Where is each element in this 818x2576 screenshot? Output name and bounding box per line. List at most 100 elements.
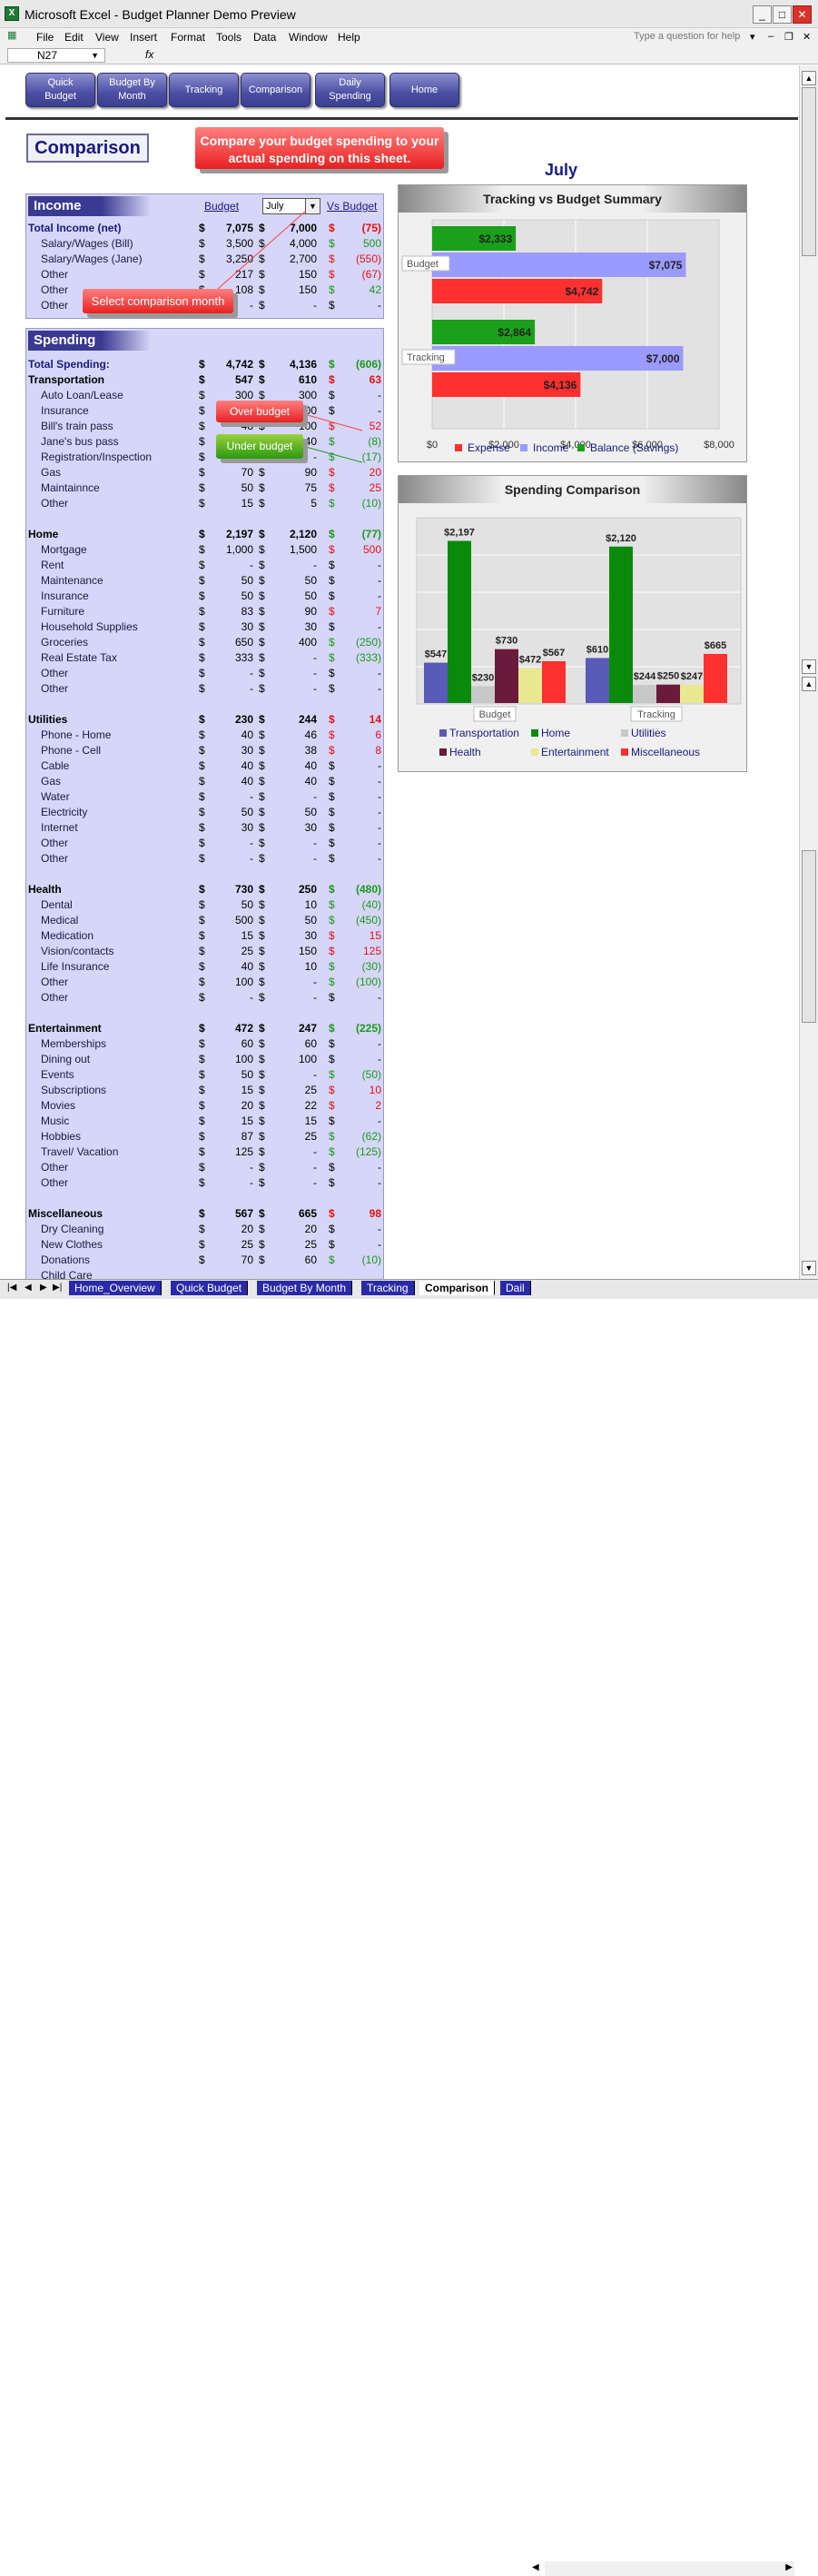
table-row[interactable]: Total Spending: $4,742 $4,136 $ (606) (26, 357, 385, 372)
table-row[interactable]: Mortgage $1,000 $1,500 $500 (26, 542, 385, 558)
table-row[interactable]: Insurance$100$100$- (26, 403, 385, 419)
help-dropdown-icon[interactable]: ▾ (750, 31, 755, 43)
table-row[interactable]: Entertainment $472 $247 $ (225) (26, 1021, 385, 1036)
table-row[interactable] (26, 867, 385, 882)
table-row[interactable] (26, 697, 385, 712)
nav-daily-spending-button[interactable]: Daily Spending (315, 73, 385, 107)
nav-tracking-button[interactable]: Tracking (169, 73, 239, 107)
table-row[interactable]: Gas $70 $90 $20 (26, 465, 385, 481)
table-row[interactable]: Dry Cleaning $20 $20 $ - (26, 1222, 385, 1237)
scroll-left-icon[interactable]: ◀ (532, 2562, 539, 2572)
table-row[interactable]: Groceries $650 $400 $ (250) (26, 635, 385, 650)
table-row[interactable]: Other $100 $ - $ (100) (26, 975, 385, 990)
table-row[interactable]: Medication $15 $30 $15 (26, 928, 385, 944)
menu-tools[interactable]: Tools (216, 31, 241, 44)
table-row[interactable]: Hobbies $87 $25 $ (62) (26, 1129, 385, 1144)
scroll-down-icon[interactable]: ▼ (802, 659, 816, 674)
table-row[interactable]: Total Income (net) $7,075 $7,000 $ (75) (26, 221, 385, 236)
table-row[interactable]: Registration/Inspection$17$-$(17) (26, 450, 385, 465)
menu-format[interactable]: Format (171, 31, 205, 44)
table-row[interactable]: Phone - Home $40 $46 $6 (26, 728, 385, 743)
table-row[interactable]: Miscellaneous $567 $665 $98 (26, 1206, 385, 1222)
prev-sheet-icon[interactable]: ◀ (25, 1283, 32, 1293)
table-row[interactable]: Real Estate Tax $333 $ - $ (333) (26, 650, 385, 666)
table-row[interactable]: Medical $500 $50 $ (450) (26, 913, 385, 928)
table-row[interactable]: Subscriptions $15 $25 $10 (26, 1083, 385, 1098)
table-row[interactable]: Cable $40 $40 $ - (26, 758, 385, 774)
fx-icon[interactable]: fx (145, 48, 153, 61)
table-row[interactable]: Household Supplies $30 $30 $ - (26, 619, 385, 635)
table-row[interactable] (26, 1191, 385, 1206)
horizontal-scrollbar[interactable]: ◀ ▶ (532, 2561, 794, 2576)
table-row[interactable]: Life Insurance $40 $10 $ (30) (26, 959, 385, 975)
sheet-tab[interactable]: Quick Budget (171, 1281, 249, 1295)
sheet-tab[interactable]: Home_Overview (69, 1281, 162, 1295)
table-row[interactable]: Dental $50 $10 $ (40) (26, 897, 385, 913)
table-row[interactable]: Donations $70 $60 $ (10) (26, 1253, 385, 1268)
table-row[interactable]: New Clothes $25 $25 $ - (26, 1237, 385, 1253)
table-row[interactable]: Phone - Cell $30 $38 $8 (26, 743, 385, 758)
menu-help[interactable]: Help (338, 31, 360, 44)
workbook-icon[interactable]: ▦ (7, 29, 25, 45)
scroll-thumb[interactable] (802, 87, 816, 256)
table-row[interactable]: Child Care (26, 1268, 385, 1279)
menu-window[interactable]: Window (289, 31, 328, 44)
table-row[interactable] (26, 1006, 385, 1021)
table-row[interactable]: Home $2,197 $2,120 $ (77) (26, 527, 385, 542)
table-row[interactable]: Events $50 $ - $ (50) (26, 1067, 385, 1083)
next-sheet-icon[interactable]: ▶ (40, 1283, 47, 1293)
name-box[interactable]: N27 ▼ (7, 48, 105, 63)
table-row[interactable]: Other$-$-$- (26, 851, 385, 867)
table-row[interactable]: Maintainnce $50 $75 $25 (26, 481, 385, 496)
table-row[interactable]: Music $15 $15 $ - (26, 1114, 385, 1129)
table-row[interactable]: Other$-$-$- (26, 836, 385, 851)
table-row[interactable]: Furniture $83 $90 $7 (26, 604, 385, 619)
table-row[interactable]: Utilities $230 $244 $14 (26, 712, 385, 728)
table-row[interactable]: Other $217 $150 $ (67) (26, 267, 385, 282)
table-row[interactable] (26, 511, 385, 527)
scroll-thumb[interactable] (802, 850, 816, 1023)
maximize-button[interactable]: □ (773, 5, 792, 24)
table-row[interactable]: Other$-$-$- (26, 666, 385, 681)
last-sheet-icon[interactable]: ▶| (53, 1283, 62, 1293)
table-row[interactable]: Insurance $50 $50 $ - (26, 589, 385, 604)
menu-view[interactable]: View (95, 31, 119, 44)
table-row[interactable]: Electricity $50 $50 $ - (26, 805, 385, 820)
doc-restore-icon[interactable]: ❐ (784, 31, 793, 43)
table-row[interactable]: Bill's train pass $48 $100 $52 (26, 419, 385, 434)
table-row[interactable]: Other$-$-$- (26, 1175, 385, 1191)
table-row[interactable]: Health $730 $250 $ (480) (26, 882, 385, 897)
table-row[interactable]: Internet $30 $30 $ - (26, 820, 385, 836)
scroll-down-icon[interactable]: ▼ (802, 1261, 816, 1275)
table-row[interactable]: Auto Loan/Lease $300 $300 $ - (26, 388, 385, 403)
table-row[interactable]: Other$-$-$- (26, 681, 385, 697)
sheet-tab[interactable]: Tracking (361, 1281, 415, 1295)
table-row[interactable]: Gas $40 $40 $ - (26, 774, 385, 789)
nav-budget-by-month-button[interactable]: Budget By Month (97, 73, 167, 107)
minimize-button[interactable]: _ (753, 5, 772, 24)
table-row[interactable]: Salary/Wages (Jane) $3,250 $2,700 $ (550) (26, 252, 385, 267)
help-search-input[interactable]: Type a question for help (634, 31, 740, 42)
scroll-up-icon[interactable]: ▲ (802, 71, 816, 85)
menu-file[interactable]: File (36, 31, 54, 44)
table-row[interactable]: Other$-$-$- (26, 1160, 385, 1175)
nav-comparison-button[interactable]: Comparison (241, 73, 310, 107)
first-sheet-icon[interactable]: |◀ (7, 1283, 16, 1293)
month-select[interactable]: July ▼ (262, 198, 320, 214)
table-row[interactable]: Other$-$-$- (26, 990, 385, 1006)
menu-edit[interactable]: Edit (64, 31, 84, 44)
menu-data[interactable]: Data (253, 31, 276, 44)
vertical-scrollbar[interactable]: ▲ ▼ ▲ ▼ (799, 65, 818, 1279)
nav-home-button[interactable]: Home (389, 73, 459, 107)
sheet-tab[interactable]: Budget By Month (257, 1281, 353, 1295)
close-button[interactable]: ✕ (793, 5, 812, 24)
doc-close-icon[interactable]: ✕ (803, 31, 811, 43)
table-row[interactable]: Transportation $547 $610 $63 (26, 372, 385, 388)
table-row[interactable]: Water $ - $ - $ - (26, 789, 385, 805)
menu-insert[interactable]: Insert (130, 31, 157, 44)
chevron-down-icon[interactable]: ▼ (305, 199, 320, 213)
table-row[interactable]: Movies $20 $22 $2 (26, 1098, 385, 1114)
table-row[interactable]: Other $15 $5 $ (10) (26, 496, 385, 511)
nav-quick-budget-button[interactable]: Quick Budget (25, 73, 95, 107)
table-row[interactable]: Rent $ - $ - $ - (26, 558, 385, 573)
